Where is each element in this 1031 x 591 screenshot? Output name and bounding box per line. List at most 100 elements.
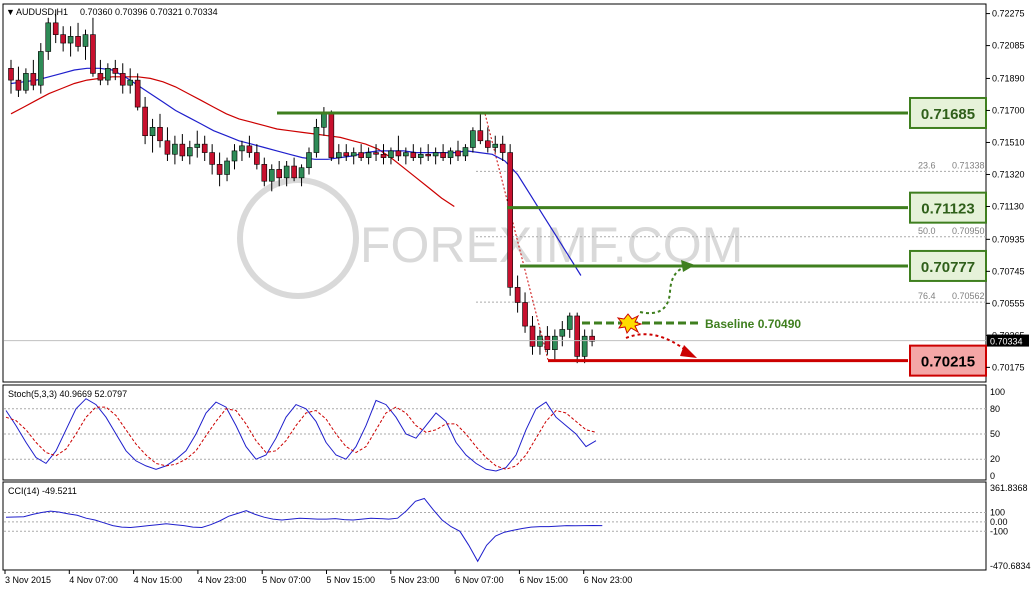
price-tick-label: 0.71130 [992,201,1024,211]
candle-bull [67,36,74,44]
candle-bull [37,51,44,86]
candle-bear [201,143,208,153]
candle-bull [492,143,499,148]
time-tick-label: 3 Nov 2015 [5,575,51,585]
cci-tick-label: -470.6834 [990,561,1031,571]
time-tick-label: 4 Nov 23:00 [198,575,247,585]
fib-level-percent: 50.0 [918,226,936,236]
stoch-label: Stoch(5,3,3) 40.9669 52.0797 [8,389,127,399]
fib-level-value: 0.70562 [952,291,985,301]
candle-bear [216,164,223,175]
cci-label: CCI(14) -49.5211 [8,486,77,496]
level-label-text: 0.70777 [921,259,975,276]
candle-bear [157,126,163,142]
candle-bull [470,130,476,148]
candle-bear [328,113,335,158]
stoch-tick-label: 80 [990,404,1000,414]
candle-bull [187,147,193,157]
level-label-text: 0.71123 [921,201,974,218]
candle-bull [566,315,573,330]
candle-bull [224,160,230,175]
candle-bull [268,169,275,182]
candle-bull [283,165,290,179]
price-tick-label: 0.71510 [992,137,1025,147]
candle-bull [581,335,588,357]
candle-bear [358,152,364,158]
candle-bull [552,335,558,350]
candle-bear [477,130,484,142]
candle-bull [537,335,543,347]
stoch-tick-label: 20 [990,454,1000,464]
time-tick-label: 4 Nov 15:00 [134,575,183,585]
candle-bear [97,73,104,81]
price-tick-label: 0.70555 [992,298,1025,308]
price-tick-label: 0.72085 [992,41,1025,51]
candle-bear [484,140,491,148]
candle-bull [365,152,372,158]
time-tick-label: 5 Nov 23:00 [391,575,440,585]
chart-canvas: FOREXIMF.COM 23.6 0.7133850.0 0.7095076.4 0… [2,3,1031,585]
candle-bear [209,152,215,165]
time-tick-label: 5 Nov 07:00 [262,575,311,585]
time-tick-label: 6 Nov 23:00 [584,575,633,585]
fib-level-percent: 23.6 [918,160,936,170]
candle-bull [23,73,29,91]
candle-bull [149,126,156,137]
candle-bear [90,34,96,74]
candle-bear [142,106,148,137]
candle-bear [112,68,119,74]
candle-bull [82,34,89,47]
time-tick-label: 5 Nov 15:00 [327,575,376,585]
price-tick-label: 0.70175 [992,362,1025,372]
fib-level-value: 0.71338 [952,160,985,170]
cci-panel [2,481,987,571]
candle-bear [425,153,432,157]
candle-bear [440,152,446,158]
candle-bear [164,140,171,155]
candle-bull [403,152,409,157]
candle-bear [574,315,581,357]
time-tick-label: 6 Nov 07:00 [455,575,504,585]
candle-bear [544,335,551,350]
fib-level-percent: 76.4 [918,291,936,301]
price-tick-label: 0.71320 [992,169,1025,179]
candle-bear [373,152,379,155]
candle-bear [254,152,260,165]
candle-bear [276,169,283,179]
candle-bull [462,147,469,157]
candle-bull [388,150,394,158]
candle-bull [350,152,357,157]
candle-bull [172,143,178,155]
candle-bull [335,152,342,158]
current-price-label: 0.70334 [990,337,1023,347]
candle-bear [246,145,253,153]
time-tick-label: 6 Nov 15:00 [519,575,568,585]
candle-bear [522,302,528,327]
stoch-tick-label: 50 [990,429,1000,439]
candle-bull [194,143,201,148]
price-tick-label: 0.71700 [992,105,1025,115]
price-tick-label: 0.71890 [992,73,1025,83]
stoch-tick-label: 0 [990,471,995,481]
level-label-text: 0.70215 [921,354,975,371]
candle-bull [105,68,111,81]
candle-bear [119,73,126,86]
candle-bull [313,126,320,153]
candle-bull [432,152,439,157]
chart-header-ohlc: 0.70360 0.70396 0.70321 0.70334 [80,7,218,17]
candle-bull [298,167,305,179]
time-tick-label: 4 Nov 07:00 [69,575,118,585]
cci-tick-label: -100 [990,526,1008,536]
candle-bear [529,325,536,347]
candle-bear [507,152,513,288]
candle-bull [127,79,133,86]
baseline-label: Baseline 0.70490 [705,317,801,331]
chart-header-arrow: ▼ [6,7,15,17]
stoch-panel [2,384,987,481]
candle-bear [179,143,186,157]
candle-bear [60,34,66,44]
price-tick-label: 0.70935 [992,234,1025,244]
candle-bear [410,152,417,158]
main-panel [2,3,987,383]
candle-bear [261,164,268,182]
